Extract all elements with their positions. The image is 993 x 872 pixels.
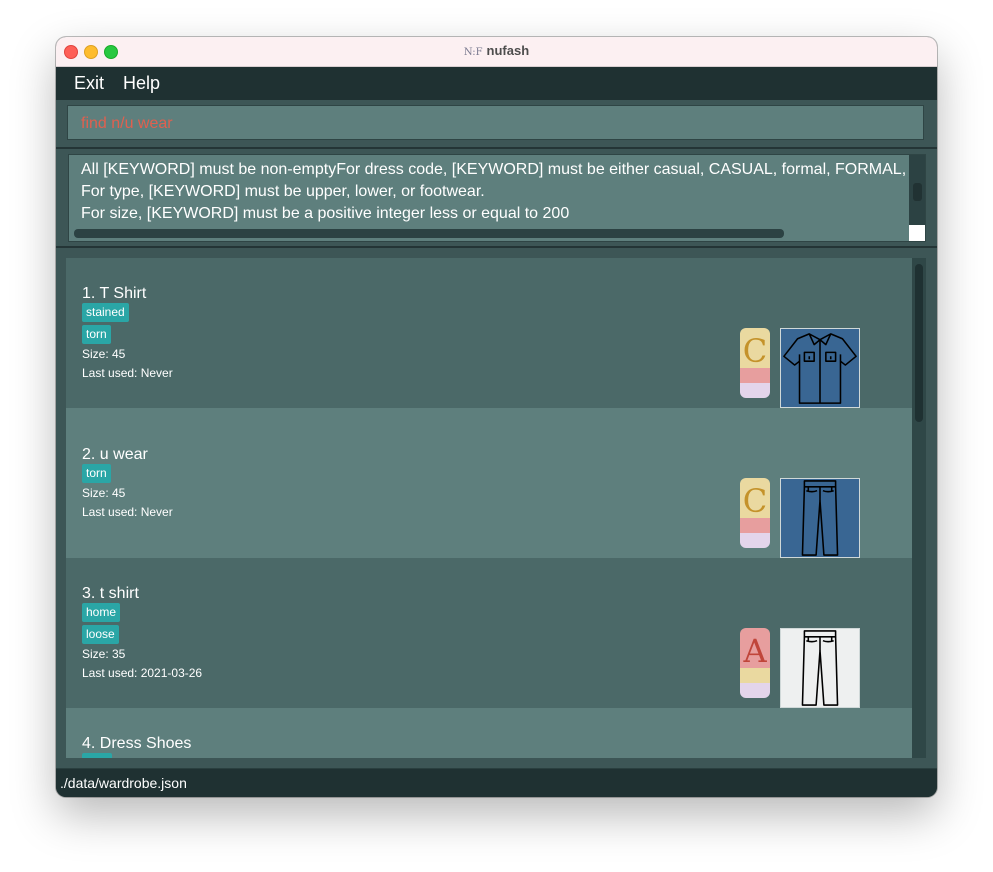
tag-label: torn (82, 325, 111, 344)
badge-segment (740, 683, 770, 698)
app-window: N:F nufash Exit Help find n/u wear All [K… (56, 37, 937, 797)
dresscode-letter: C (742, 482, 768, 520)
garment-name: 1. T Shirt (82, 285, 147, 302)
garment-size: Size: 35 (82, 647, 126, 661)
result-line: For size, [KEYWORD] must be a positive i… (81, 205, 570, 222)
dresscode-badge: A (740, 628, 770, 698)
result-horizontal-scrollbar[interactable] (69, 225, 909, 241)
tag-label: stained (82, 303, 129, 322)
app-logo-icon: N:F (463, 47, 483, 58)
list-item[interactable]: 1. T Shirt stained torn Size: 45 Last us… (66, 258, 912, 408)
menu-help[interactable]: Help (123, 73, 160, 94)
command-input[interactable]: find n/u wear (67, 105, 924, 140)
tag-label: loose (82, 625, 119, 644)
result-display: All [KEYWORD] must be non-emptyFor dress… (68, 154, 926, 242)
garment-image (780, 328, 860, 408)
list-item[interactable]: 2. u wear torn Size: 45 Last used: Never… (66, 408, 912, 558)
badge-segment (740, 533, 770, 548)
list-item[interactable]: 4. Dress Shoes (66, 708, 912, 758)
scrollbar-corner (909, 225, 925, 241)
garment-name: 4. Dress Shoes (82, 735, 192, 752)
garment-list-area: 1. T Shirt stained torn Size: 45 Last us… (56, 248, 937, 768)
garment-name: 2. u wear (82, 446, 148, 463)
shirt-icon (783, 333, 857, 404)
window-title: nufash (486, 43, 530, 58)
badge-segment (740, 368, 770, 383)
result-horizontal-scroll-thumb[interactable] (74, 229, 784, 238)
dresscode-letter: C (742, 332, 768, 370)
tag-label: home (82, 603, 121, 622)
result-text: All [KEYWORD] must be non-emptyFor dress… (81, 159, 906, 225)
window-title-group: N:F nufash (56, 43, 937, 58)
list-vertical-scrollbar[interactable] (912, 258, 926, 758)
dresscode-badge: C (740, 328, 770, 398)
garment-name: 3. t shirt (82, 585, 139, 602)
menu-exit[interactable]: Exit (74, 73, 104, 94)
command-box-area: find n/u wear (56, 100, 937, 149)
result-vertical-scroll-thumb[interactable] (913, 183, 922, 201)
badge-segment (740, 668, 770, 683)
list-vertical-scroll-thumb[interactable] (915, 264, 923, 422)
result-line: For type, [KEYWORD] must be upper, lower… (81, 183, 485, 200)
garment-last-used: Last used: Never (82, 505, 173, 519)
list-item[interactable]: 3. t shirt home loose Size: 35 Last used… (66, 558, 912, 708)
garment-image (780, 478, 860, 558)
garment-last-used: Last used: Never (82, 366, 173, 380)
garment-size: Size: 45 (82, 486, 126, 500)
badge-segment (740, 518, 770, 533)
dresscode-badge: C (740, 478, 770, 548)
garment-image (780, 628, 860, 708)
dresscode-letter: A (743, 632, 767, 670)
garment-size: Size: 45 (82, 347, 126, 361)
result-display-area: All [KEYWORD] must be non-emptyFor dress… (56, 149, 937, 248)
garment-last-used: Last used: 2021-03-26 (82, 666, 203, 680)
result-line: All [KEYWORD] must be non-emptyFor dress… (81, 161, 907, 178)
pants-icon (801, 480, 839, 556)
title-bar: N:F nufash (56, 37, 937, 67)
tag-label: torn (82, 464, 111, 483)
badge-segment (740, 383, 770, 398)
status-bar-path: ./data/wardrobe.json (56, 769, 937, 797)
tag-label (82, 753, 112, 758)
garment-list: 1. T Shirt stained torn Size: 45 Last us… (66, 258, 926, 758)
pants-icon (801, 630, 839, 706)
menu-bar: Exit Help (56, 67, 937, 100)
